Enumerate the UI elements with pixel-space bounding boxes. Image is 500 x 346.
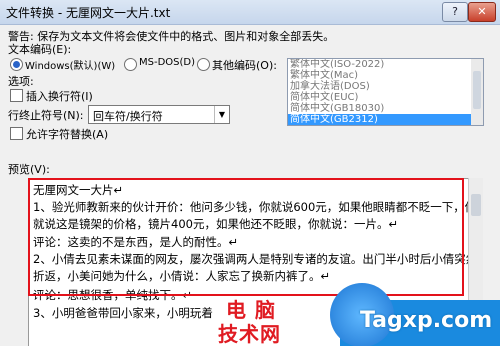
list-item[interactable]: 繁体中文(ISO-2022) — [288, 59, 471, 70]
file-convert-dialog: 文件转换 - 无厘网文一大片.txt ? ✕ 警告: 保存为文本文件将会使文件中… — [0, 0, 500, 346]
list-item[interactable]: 繁体中文(Mac) — [288, 70, 471, 81]
watermark-url: Tagxp.com — [360, 308, 493, 333]
radio-other-label: 其他编码(O): — [212, 59, 277, 72]
list-item[interactable]: 加拿大法语(DOS) — [288, 81, 471, 92]
chevron-down-icon[interactable]: ▼ — [214, 106, 229, 123]
window-title: 文件转换 - 无厘网文一大片.txt — [6, 6, 171, 20]
line-end-value: 回车符/换行符 — [93, 110, 163, 123]
list-item[interactable]: 简体中文(EUC) — [288, 92, 471, 103]
scroll-thumb[interactable] — [471, 194, 481, 216]
title-bar: 文件转换 - 无厘网文一大片.txt ? ✕ — [0, 0, 500, 25]
watermark-text-bottom: 技术网 — [218, 322, 281, 346]
radio-windows[interactable] — [10, 58, 23, 71]
help-button[interactable]: ? — [442, 2, 468, 22]
preview-line: 3、小明爸爸带回小家来，小明玩着 — [33, 306, 213, 320]
listbox-scrollbar[interactable] — [471, 58, 484, 126]
line-end-select[interactable]: 回车符/换行符 ▼ — [88, 105, 230, 124]
allow-sub-checkbox[interactable] — [10, 127, 23, 140]
insert-breaks-checkbox[interactable] — [10, 89, 23, 102]
encoding-label: 文本编码(E): — [8, 43, 72, 56]
line-end-label: 行终止符号(N): — [8, 109, 84, 122]
radio-windows-label: Windows(默认)(W) — [25, 61, 116, 72]
radio-msdos[interactable] — [124, 58, 137, 71]
list-item-selected[interactable]: 简体中文(GB2312) — [288, 114, 471, 125]
options-label: 选项: — [8, 75, 34, 88]
list-item[interactable]: 简体中文(GB18030) — [288, 103, 471, 114]
close-button[interactable]: ✕ — [468, 2, 496, 22]
scroll-thumb[interactable] — [473, 71, 481, 109]
preview-label: 预览(V): — [8, 163, 50, 176]
encoding-listbox[interactable]: 繁体中文(ISO-2022) 繁体中文(Mac) 加拿大法语(DOS) 简体中文… — [287, 58, 472, 126]
insert-breaks-label: 插入换行符(I) — [26, 90, 93, 103]
highlight-box — [28, 178, 464, 296]
radio-other[interactable] — [197, 58, 210, 71]
allow-sub-label: 允许字符替换(A) — [26, 128, 109, 141]
radio-msdos-label: MS-DOS(D) — [139, 57, 196, 68]
